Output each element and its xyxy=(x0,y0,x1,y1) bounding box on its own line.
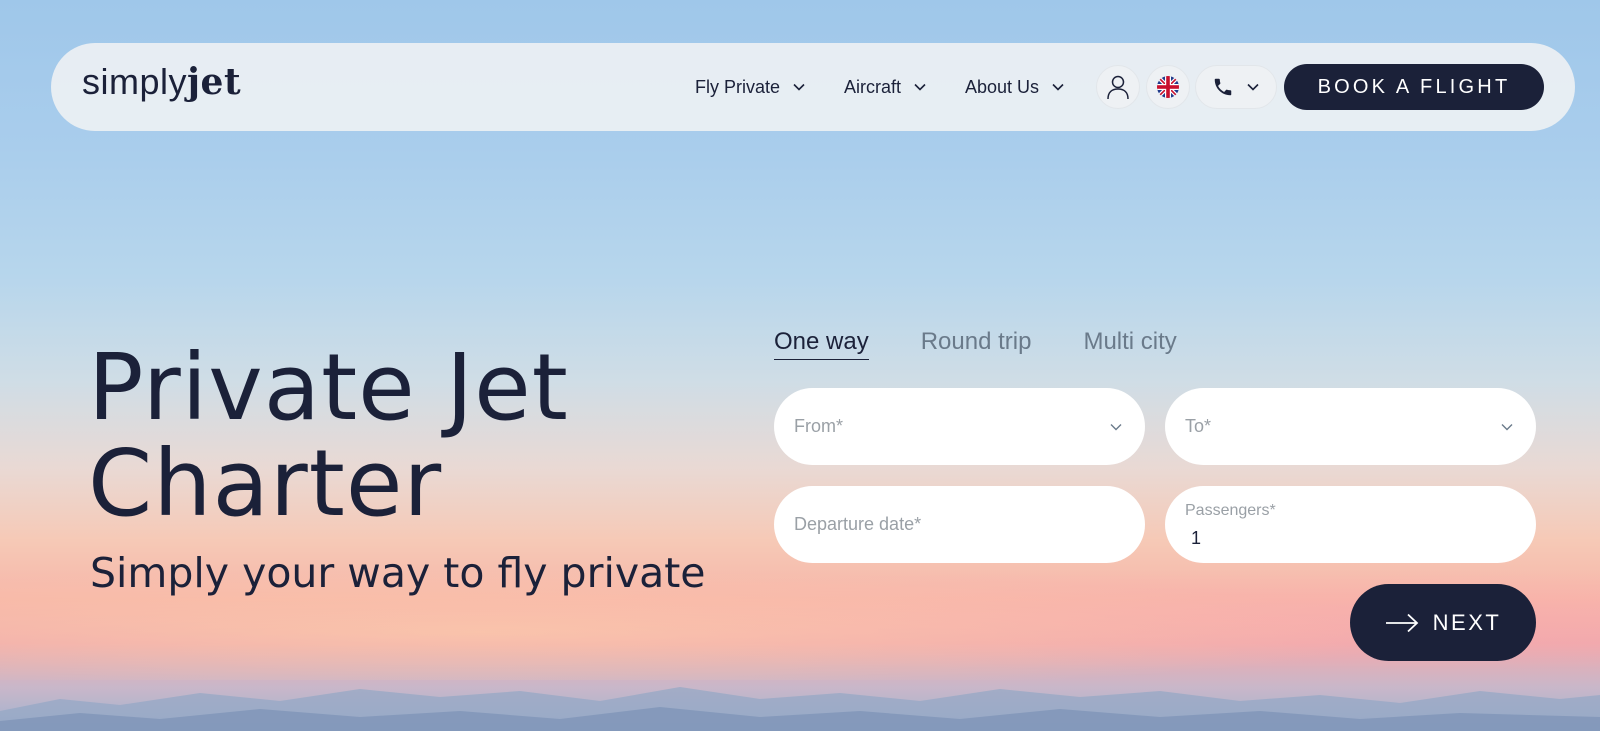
departure-date-field[interactable]: Departure date* xyxy=(774,486,1145,563)
trip-type-tabs: One way Round trip Multi city xyxy=(774,328,1229,360)
chevron-down-icon xyxy=(1110,424,1122,431)
nav-fly-private[interactable]: Fly Private xyxy=(695,75,806,99)
phone-icon xyxy=(1214,78,1232,96)
chevron-down-icon xyxy=(1247,83,1259,91)
hero-subtitle: Simply your way to fly private xyxy=(90,549,706,597)
uk-flag-icon xyxy=(1157,76,1179,98)
logo-text-bold: jet xyxy=(187,61,242,103)
user-icon xyxy=(1107,75,1129,100)
tab-round-trip[interactable]: Round trip xyxy=(921,328,1032,360)
tab-multi-city[interactable]: Multi city xyxy=(1083,328,1176,360)
book-a-flight-button[interactable]: BOOK A FLIGHT xyxy=(1284,64,1544,110)
title-line-1: Private Jet xyxy=(88,334,569,441)
title-line-2: Charter xyxy=(88,430,443,537)
nav-aircraft-label: Aircraft xyxy=(844,76,902,97)
chevron-down-icon xyxy=(914,83,926,91)
logo-text-light: simply xyxy=(82,61,188,102)
next-label: NEXT xyxy=(1432,609,1502,635)
account-button[interactable] xyxy=(1096,65,1140,109)
to-field[interactable]: To* xyxy=(1165,388,1536,465)
top-navbar: simplyjet Fly Private Aircraft About Us xyxy=(51,43,1575,131)
nav-about-us-label: About Us xyxy=(965,76,1040,97)
chevron-down-icon xyxy=(1501,424,1513,431)
from-placeholder: From* xyxy=(794,416,843,436)
chevron-down-icon xyxy=(1052,83,1064,91)
arrow-right-icon xyxy=(1385,613,1418,632)
page-title: Private Jet Charter xyxy=(88,340,569,532)
passengers-field[interactable]: Passengers* 1 xyxy=(1165,486,1536,563)
tab-one-way[interactable]: One way xyxy=(774,328,869,360)
language-button[interactable] xyxy=(1146,65,1190,109)
phone-button[interactable] xyxy=(1195,65,1277,109)
chevron-down-icon xyxy=(793,83,805,91)
passengers-value: 1 xyxy=(1191,528,1202,548)
passengers-label: Passengers* xyxy=(1185,502,1276,519)
nav-aircraft[interactable]: Aircraft xyxy=(844,75,927,99)
nav-fly-private-label: Fly Private xyxy=(695,76,781,97)
mountain-silhouette xyxy=(0,687,1600,731)
departure-date-placeholder: Departure date* xyxy=(794,514,922,534)
next-button[interactable]: NEXT xyxy=(1350,584,1536,661)
to-placeholder: To* xyxy=(1185,416,1212,436)
nav-about-us[interactable]: About Us xyxy=(965,75,1065,99)
from-field[interactable]: From* xyxy=(774,388,1145,465)
simplyjet-logo[interactable]: simplyjet xyxy=(82,61,241,103)
